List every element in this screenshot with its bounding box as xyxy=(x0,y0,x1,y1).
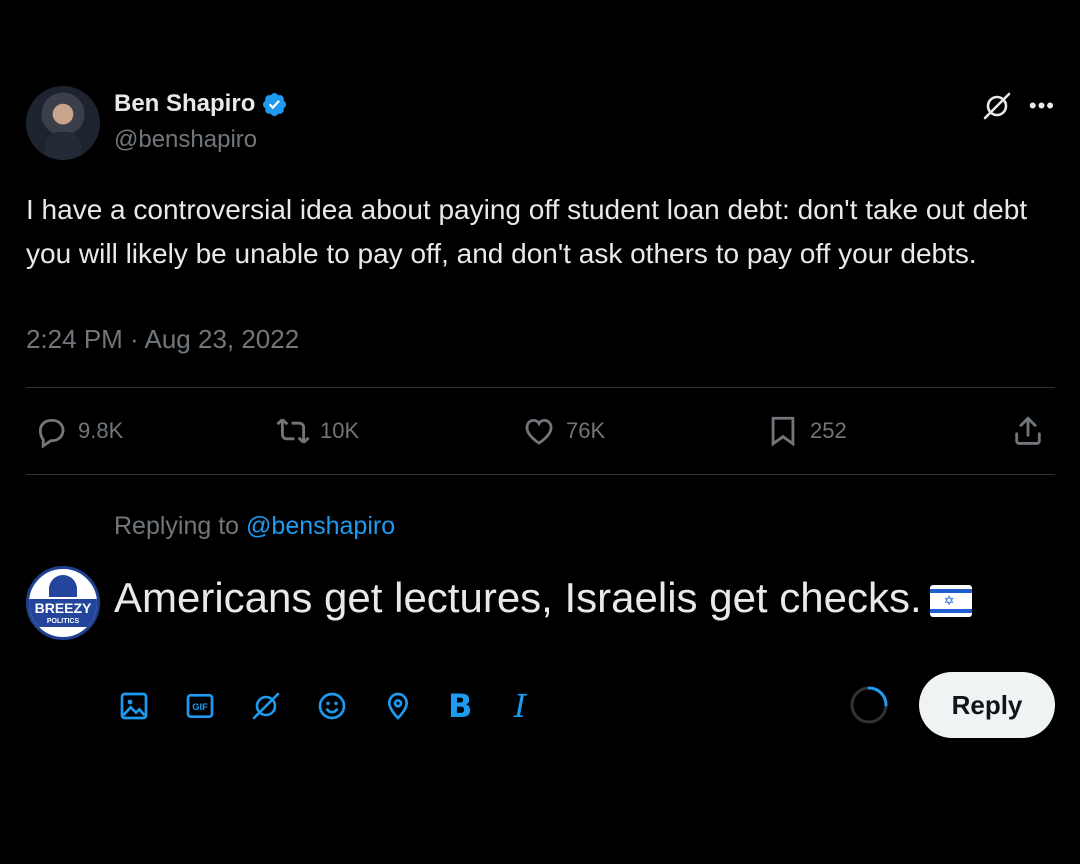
emoji-button[interactable] xyxy=(316,686,382,726)
reply-draft-text: Americans get lectures, Israelis get che… xyxy=(114,574,922,621)
location-button[interactable] xyxy=(382,686,448,726)
bookmark-action[interactable]: 252 xyxy=(766,414,847,448)
repost-count: 10K xyxy=(320,418,360,443)
replying-to-handle[interactable]: @benshapiro xyxy=(246,512,395,540)
tweet-header: Ben Shapiro @benshapiro ••• xyxy=(26,86,1055,160)
divider xyxy=(26,474,1055,475)
grok-icon xyxy=(252,692,280,720)
author-handle[interactable]: @benshapiro xyxy=(114,126,288,154)
composer-avatar[interactable]: BREEZY POLITICS xyxy=(26,566,100,640)
tweet-timestamp[interactable]: 2:24 PM · Aug 23, 2022 xyxy=(26,324,1055,355)
like-count: 76K xyxy=(566,418,606,443)
emoji-icon xyxy=(318,692,346,720)
reply-action[interactable]: 9.8K xyxy=(34,414,123,448)
svg-text:GIF: GIF xyxy=(192,702,208,712)
tweet-text: I have a controversial idea about paying… xyxy=(26,194,1028,269)
reply-button[interactable]: Reply xyxy=(919,672,1055,738)
italic-icon: I xyxy=(514,687,527,725)
replying-to-label: Replying to xyxy=(114,512,247,540)
replying-to: Replying to @benshapiro xyxy=(114,512,395,541)
media-button[interactable] xyxy=(118,686,184,726)
more-options-icon[interactable]: ••• xyxy=(1029,95,1055,117)
bold-button[interactable]: B xyxy=(448,686,514,726)
location-pin-icon xyxy=(387,692,409,720)
israel-flag-icon: ✡ xyxy=(929,584,972,617)
author-names: Ben Shapiro @benshapiro xyxy=(114,90,288,154)
verified-badge-icon xyxy=(261,91,288,118)
repost-action[interactable]: 10K xyxy=(276,414,359,448)
avatar-logo-subtext: POLITICS xyxy=(29,617,97,627)
share-action[interactable] xyxy=(1011,414,1045,448)
bookmark-icon xyxy=(771,416,795,447)
author-display-name[interactable]: Ben Shapiro xyxy=(114,90,255,118)
tweet-actions: 9.8K 10K 76K 252 xyxy=(26,388,1055,474)
heart-icon xyxy=(525,418,553,445)
bold-icon: B xyxy=(448,687,473,725)
display-name-row: Ben Shapiro xyxy=(114,90,288,118)
composer-toolbar: GIF B I xyxy=(118,686,580,726)
grok-button[interactable] xyxy=(250,686,316,726)
like-action[interactable]: 76K xyxy=(522,414,605,448)
character-progress-ring xyxy=(850,686,888,724)
reply-count: 9.8K xyxy=(78,418,124,443)
capitol-dome-icon xyxy=(49,575,77,597)
header-actions: ••• xyxy=(981,90,1055,122)
bookmark-count: 252 xyxy=(810,418,847,443)
author-avatar[interactable] xyxy=(26,86,100,160)
reply-icon xyxy=(38,418,65,448)
reply-input[interactable]: Americans get lectures, Israelis get che… xyxy=(114,574,972,622)
tweet: Ben Shapiro @benshapiro ••• I have a con… xyxy=(26,86,1055,475)
italic-button[interactable]: I xyxy=(514,686,580,726)
image-icon xyxy=(120,692,148,720)
share-icon xyxy=(1015,416,1041,445)
repost-icon xyxy=(276,418,310,444)
avatar-logo-text: BREEZY xyxy=(29,599,97,617)
gif-icon: GIF xyxy=(186,694,214,718)
grok-icon[interactable] xyxy=(981,90,1013,122)
gif-button[interactable]: GIF xyxy=(184,686,250,726)
